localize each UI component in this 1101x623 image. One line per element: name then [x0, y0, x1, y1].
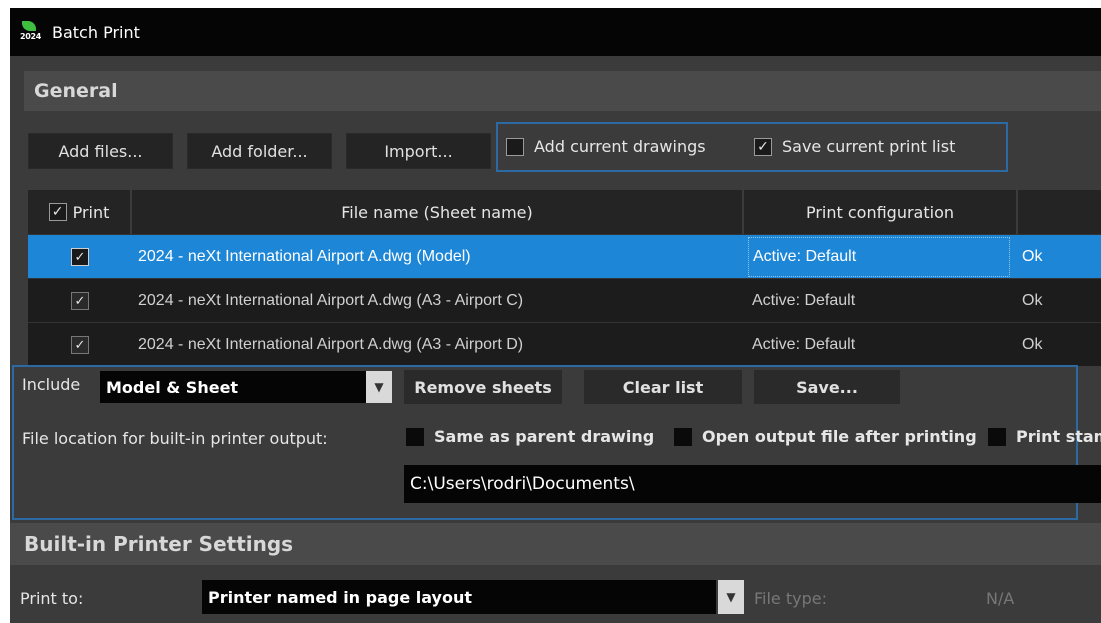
clear-list-button[interactable]: Clear list: [584, 370, 742, 404]
table-row[interactable]: ✓ 2024 - neXt International Airport A.dw…: [28, 322, 1101, 366]
title-bar: 2024 Batch Print: [10, 8, 1101, 56]
row-status: Ok: [1022, 291, 1043, 309]
row-file-name: 2024 - neXt International Airport A.dwg …: [138, 247, 471, 265]
file-type-label: File type:: [754, 589, 827, 608]
output-path-input[interactable]: C:\Users\rodri\Documents\: [404, 465, 1101, 503]
remove-sheets-button[interactable]: Remove sheets: [404, 370, 562, 404]
window-title: Batch Print: [52, 22, 140, 42]
checkmark-icon: ✓: [754, 137, 772, 156]
row-print-configuration[interactable]: Active: Default: [748, 237, 1010, 277]
unchecked-box-icon: [506, 137, 524, 156]
batch-print-window: 2024 Batch Print General Add files... Ad…: [10, 8, 1101, 623]
same-as-parent-checkbox[interactable]: Same as parent drawing: [406, 427, 654, 446]
add-options-group: Add current drawings ✓ Save current prin…: [496, 122, 1008, 172]
app-logo-icon: 2024: [20, 21, 41, 43]
table-header: ✓ Print File name (Sheet name) Print con…: [28, 190, 1101, 234]
row-file-name: 2024 - neXt International Airport A.dwg …: [138, 291, 524, 309]
add-current-drawings-checkbox[interactable]: Add current drawings: [506, 137, 706, 156]
column-header-print-configuration[interactable]: Print configuration: [744, 190, 1018, 234]
include-label: Include: [22, 375, 81, 394]
include-select[interactable]: Model & Sheet: [100, 371, 366, 403]
print-to-select[interactable]: Printer named in page layout: [202, 580, 716, 614]
column-header-print[interactable]: ✓ Print: [28, 190, 132, 234]
add-files-button[interactable]: Add files...: [28, 133, 173, 169]
built-in-printer-settings-header: Built-in Printer Settings: [10, 523, 1101, 565]
file-location-label: File location for built-in printer outpu…: [22, 429, 328, 448]
save-current-print-list-label: Save current print list: [782, 137, 956, 156]
add-folder-button[interactable]: Add folder...: [187, 133, 332, 169]
chevron-down-icon[interactable]: ▼: [718, 580, 744, 614]
open-output-file-checkbox[interactable]: Open output file after printing: [674, 427, 977, 446]
row-checkbox-icon[interactable]: ✓: [71, 291, 89, 310]
import-button[interactable]: Import...: [346, 133, 491, 169]
chevron-down-icon[interactable]: ▼: [366, 371, 392, 403]
column-header-status[interactable]: [1018, 190, 1101, 234]
row-checkbox-icon[interactable]: ✓: [71, 335, 89, 354]
print-stamp-checkbox[interactable]: Print stam: [988, 427, 1101, 446]
unchecked-box-icon: [988, 427, 1006, 446]
print-to-label: Print to:: [20, 589, 84, 608]
row-status: Ok: [1022, 247, 1043, 265]
save-current-print-list-checkbox[interactable]: ✓ Save current print list: [754, 137, 955, 156]
table-row[interactable]: ✓ 2024 - neXt International Airport A.dw…: [28, 278, 1101, 322]
unchecked-box-icon: [406, 427, 424, 446]
add-current-drawings-label: Add current drawings: [534, 137, 706, 156]
save-list-button[interactable]: Save...: [754, 370, 900, 404]
unchecked-box-icon: [674, 427, 692, 446]
select-all-checkmark-icon[interactable]: ✓: [48, 203, 67, 221]
row-checkbox-icon[interactable]: ✓: [71, 247, 89, 266]
table-row[interactable]: ✓ 2024 - neXt International Airport A.dw…: [28, 234, 1101, 278]
general-section-header: General: [24, 71, 1101, 111]
column-header-file-name[interactable]: File name (Sheet name): [132, 190, 744, 234]
row-status: Ok: [1022, 335, 1043, 353]
row-print-configuration[interactable]: Active: Default: [752, 279, 855, 322]
include-options-panel: Include Model & Sheet ▼ Remove sheets Cl…: [12, 365, 1101, 520]
row-print-configuration[interactable]: Active: Default: [752, 323, 855, 366]
row-file-name: 2024 - neXt International Airport A.dwg …: [138, 335, 524, 353]
file-type-value: N/A: [986, 589, 1015, 608]
